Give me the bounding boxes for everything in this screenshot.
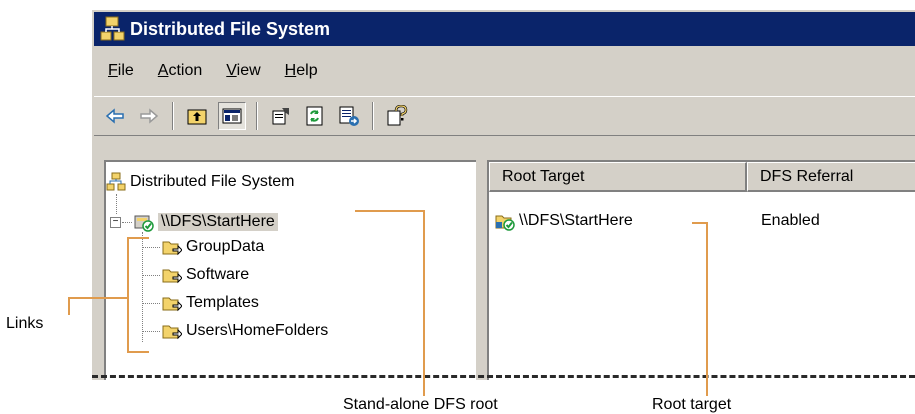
tree-link-label: Software bbox=[186, 266, 250, 283]
menu-view-accel: V bbox=[226, 62, 237, 79]
list-header: Root Target DFS Referral bbox=[489, 162, 915, 192]
menu-file-accel: F bbox=[108, 62, 118, 79]
properties-button[interactable] bbox=[268, 103, 294, 129]
tree-connector bbox=[116, 194, 117, 214]
standalone-root-callout-label: Stand-alone DFS root bbox=[343, 396, 498, 413]
root-target-cell: \\DFS\StartHere bbox=[519, 212, 633, 229]
menu-view[interactable]: View bbox=[226, 62, 260, 80]
links-callout-leader bbox=[68, 297, 128, 299]
link-folder-icon bbox=[162, 325, 182, 340]
tree-connector bbox=[122, 222, 132, 223]
column-header-dfs-referral[interactable]: DFS Referral bbox=[747, 162, 915, 192]
toolbar-separator bbox=[172, 102, 174, 130]
list-pane[interactable]: Root Target DFS Referral \\DFS\StartHere… bbox=[487, 160, 915, 380]
links-callout-leader bbox=[68, 297, 70, 315]
menu-help-label: elp bbox=[296, 62, 318, 79]
link-folder-icon bbox=[162, 241, 182, 256]
menu-action-label: ction bbox=[168, 62, 203, 79]
back-arrow-icon bbox=[105, 108, 124, 124]
menu-view-label: iew bbox=[236, 62, 261, 79]
menu-file[interactable]: File bbox=[108, 62, 134, 80]
back-button[interactable] bbox=[102, 103, 128, 129]
refresh-button[interactable] bbox=[302, 103, 328, 129]
list-row[interactable]: \\DFS\StartHere bbox=[495, 209, 633, 233]
export-list-button[interactable] bbox=[336, 103, 362, 129]
dfs-referral-value: Enabled bbox=[761, 212, 820, 229]
tree-link-node[interactable]: Software bbox=[162, 263, 249, 287]
root-target-callout-label: Root target bbox=[652, 396, 732, 413]
root-target-icon bbox=[495, 215, 515, 231]
tree-link-node[interactable]: GroupData bbox=[162, 235, 264, 259]
root-target-callout-leader bbox=[706, 222, 708, 396]
standalone-root-callout-leader bbox=[423, 210, 425, 396]
links-callout-bracket bbox=[127, 237, 149, 239]
menu-action-accel: A bbox=[157, 62, 169, 79]
dfs-root-icon bbox=[134, 215, 154, 232]
column-header-label: DFS Referral bbox=[760, 167, 854, 185]
refresh-icon bbox=[306, 106, 323, 126]
links-callout-bracket bbox=[127, 351, 149, 353]
toolbar bbox=[94, 96, 915, 136]
link-folder-icon bbox=[162, 269, 182, 284]
dfs-referral-cell: Enabled bbox=[761, 209, 820, 233]
standalone-root-callout-leader bbox=[355, 210, 425, 212]
toolbar-separator bbox=[372, 102, 374, 130]
column-header-label: Root Target bbox=[502, 167, 585, 185]
tree-connector bbox=[142, 275, 160, 276]
tree-link-label: Users\HomeFolders bbox=[186, 322, 329, 339]
tree-link-node[interactable]: Users\HomeFolders bbox=[162, 319, 328, 343]
cutoff-dashed-line bbox=[92, 375, 915, 378]
tree-connector bbox=[142, 303, 160, 304]
tree-link-node[interactable]: Templates bbox=[162, 291, 259, 315]
tree-root-label: Distributed File System bbox=[130, 173, 295, 190]
show-hide-tree-icon bbox=[222, 108, 242, 124]
forward-arrow-icon bbox=[140, 108, 159, 124]
collapse-toggle[interactable]: − bbox=[110, 217, 121, 228]
up-folder-icon bbox=[187, 109, 207, 125]
dfs-tree-icon bbox=[106, 172, 126, 191]
up-one-level-button[interactable] bbox=[184, 103, 210, 129]
menu-help[interactable]: Help bbox=[285, 62, 318, 80]
help-button[interactable] bbox=[384, 103, 410, 129]
menu-help-accel: H bbox=[284, 62, 297, 79]
tree-link-label: GroupData bbox=[186, 238, 265, 255]
column-header-root-target[interactable]: Root Target bbox=[489, 162, 747, 192]
tree-dfs-root-label: \\DFS\StartHere bbox=[158, 213, 278, 231]
menu-file-label: ile bbox=[117, 62, 134, 79]
help-icon bbox=[387, 105, 408, 126]
links-callout-label: Links bbox=[6, 315, 44, 332]
links-callout-bracket bbox=[127, 237, 129, 353]
dfs-app-icon bbox=[100, 16, 125, 41]
link-folder-icon bbox=[162, 297, 182, 312]
dfs-window: Distributed File System File Action View… bbox=[90, 8, 915, 380]
tree-connector bbox=[142, 331, 160, 332]
show-hide-tree-button[interactable] bbox=[218, 102, 246, 130]
title-bar[interactable]: Distributed File System bbox=[94, 12, 915, 46]
window-title: Distributed File System bbox=[130, 18, 331, 39]
forward-button[interactable] bbox=[136, 103, 162, 129]
tree-root-node[interactable]: Distributed File System bbox=[106, 170, 295, 194]
tree-dfs-root-node[interactable]: \\DFS\StartHere bbox=[134, 210, 278, 234]
export-list-icon bbox=[339, 106, 359, 126]
tree-connector bbox=[142, 232, 143, 342]
tree-pane[interactable]: Distributed File System − \\DFS\StartHer… bbox=[104, 160, 476, 380]
properties-icon bbox=[272, 108, 289, 125]
menu-action[interactable]: Action bbox=[158, 62, 202, 80]
tree-link-label: Templates bbox=[186, 294, 259, 311]
menu-bar: File Action View Help bbox=[94, 54, 915, 88]
tree-connector bbox=[142, 247, 160, 248]
toolbar-separator bbox=[256, 102, 258, 130]
